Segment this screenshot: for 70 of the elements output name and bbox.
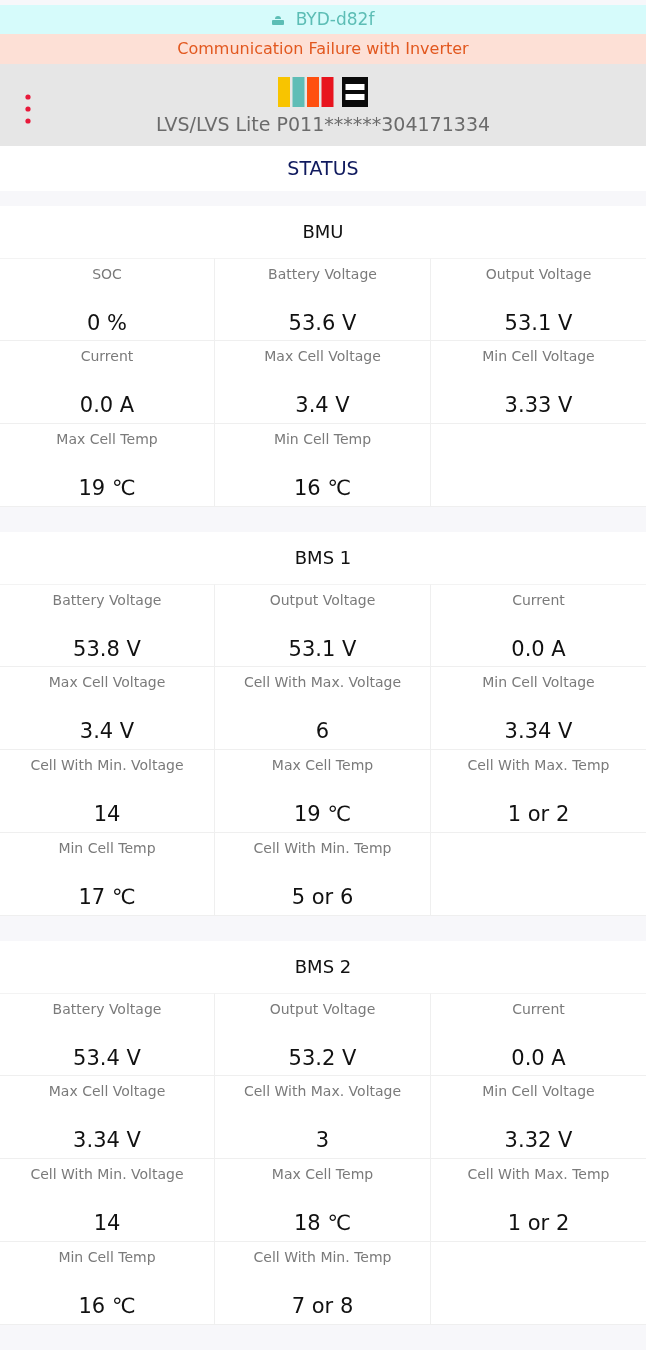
alert-text: Communication Failure with Inverter (177, 39, 469, 59)
section-title: BMS 1 (293, 546, 353, 571)
field-label: Cell With Max. Voltage (243, 1082, 402, 1101)
field-value: 0 % (87, 311, 127, 335)
field-label: Output Voltage (269, 1000, 376, 1019)
field-value: 53.2 V (288, 1046, 357, 1070)
field-value: 7 or 8 (291, 1294, 354, 1318)
field-label: Cell With Max. Temp (467, 756, 610, 775)
field-value: 3.33 V (504, 393, 573, 417)
field-label: Min Cell Temp (58, 839, 156, 858)
field-label: Min Cell Voltage (482, 673, 595, 692)
field-label: Min Cell Voltage (482, 347, 595, 366)
field-value: 0.0 A (511, 1046, 566, 1070)
field-label: Battery Voltage (52, 1000, 162, 1019)
network-name: BYD-d82f (295, 9, 375, 30)
field-value: 3.34 V (73, 1128, 141, 1152)
field-label: Battery Voltage (268, 265, 377, 284)
field-value: 14 (93, 1211, 121, 1235)
field-value: 18 ℃ (294, 1211, 351, 1235)
field-label: Max Cell Voltage (264, 347, 381, 366)
field-label: Max Cell Temp (56, 430, 158, 449)
field-value: 3.34 V (504, 719, 573, 743)
field-label: Min Cell Temp (273, 430, 372, 449)
field-value: 16 ℃ (294, 476, 351, 500)
field-label: Cell With Min. Temp (253, 839, 392, 858)
field-label: Cell With Min. Voltage (30, 1165, 184, 1184)
device-name: LVS/LVS Lite P011******304171334 (155, 112, 491, 135)
more-menu-icon (25, 93, 31, 124)
field-label: Max Cell Temp (271, 756, 374, 775)
field-label: Max Cell Temp (271, 1165, 374, 1184)
field-value: 3 (315, 1128, 330, 1152)
field-label: Current (512, 591, 565, 610)
section-title: BMU (301, 220, 345, 245)
field-value: 53.4 V (73, 1046, 141, 1070)
field-label: Cell With Max. Voltage (243, 673, 402, 692)
field-value: 1 or 2 (507, 802, 570, 826)
page-title: STATUS (287, 157, 359, 180)
field-value: 0.0 A (79, 393, 135, 417)
field-value: 5 or 6 (291, 885, 354, 909)
field-value: 53.6 V (288, 311, 357, 335)
field-value: 19 ℃ (294, 802, 351, 826)
field-value: 3.4 V (79, 719, 135, 743)
field-label: Current (80, 347, 134, 366)
field-label: Output Voltage (269, 591, 376, 610)
field-value: 53.1 V (504, 311, 573, 335)
field-value: 14 (93, 802, 121, 826)
field-value: 17 ℃ (78, 885, 136, 909)
field-label: Cell With Min. Voltage (30, 756, 184, 775)
field-value: 19 ℃ (78, 476, 136, 500)
section-title: BMS 2 (293, 955, 353, 980)
field-value: 0.0 A (511, 637, 566, 661)
field-label: Current (512, 1000, 565, 1019)
field-value: 3.4 V (295, 393, 350, 417)
field-value: 16 ℃ (78, 1294, 136, 1318)
field-label: Cell With Min. Temp (253, 1248, 392, 1267)
field-label: Max Cell Voltage (48, 673, 166, 692)
field-label: Min Cell Voltage (482, 1082, 595, 1101)
field-label: Max Cell Voltage (48, 1082, 166, 1101)
field-label: SOC (92, 265, 122, 284)
field-value: 53.8 V (73, 637, 141, 661)
logo-icon (278, 76, 368, 107)
field-label: Output Voltage (485, 265, 592, 284)
field-label: Cell With Max. Temp (467, 1165, 610, 1184)
field-label: Battery Voltage (52, 591, 162, 610)
field-value: 53.1 V (288, 637, 357, 661)
field-label: Min Cell Temp (58, 1248, 156, 1267)
field-value: 6 (315, 719, 330, 743)
router-icon (271, 13, 284, 25)
field-value: 1 or 2 (507, 1211, 570, 1235)
field-value: 3.32 V (504, 1128, 573, 1152)
